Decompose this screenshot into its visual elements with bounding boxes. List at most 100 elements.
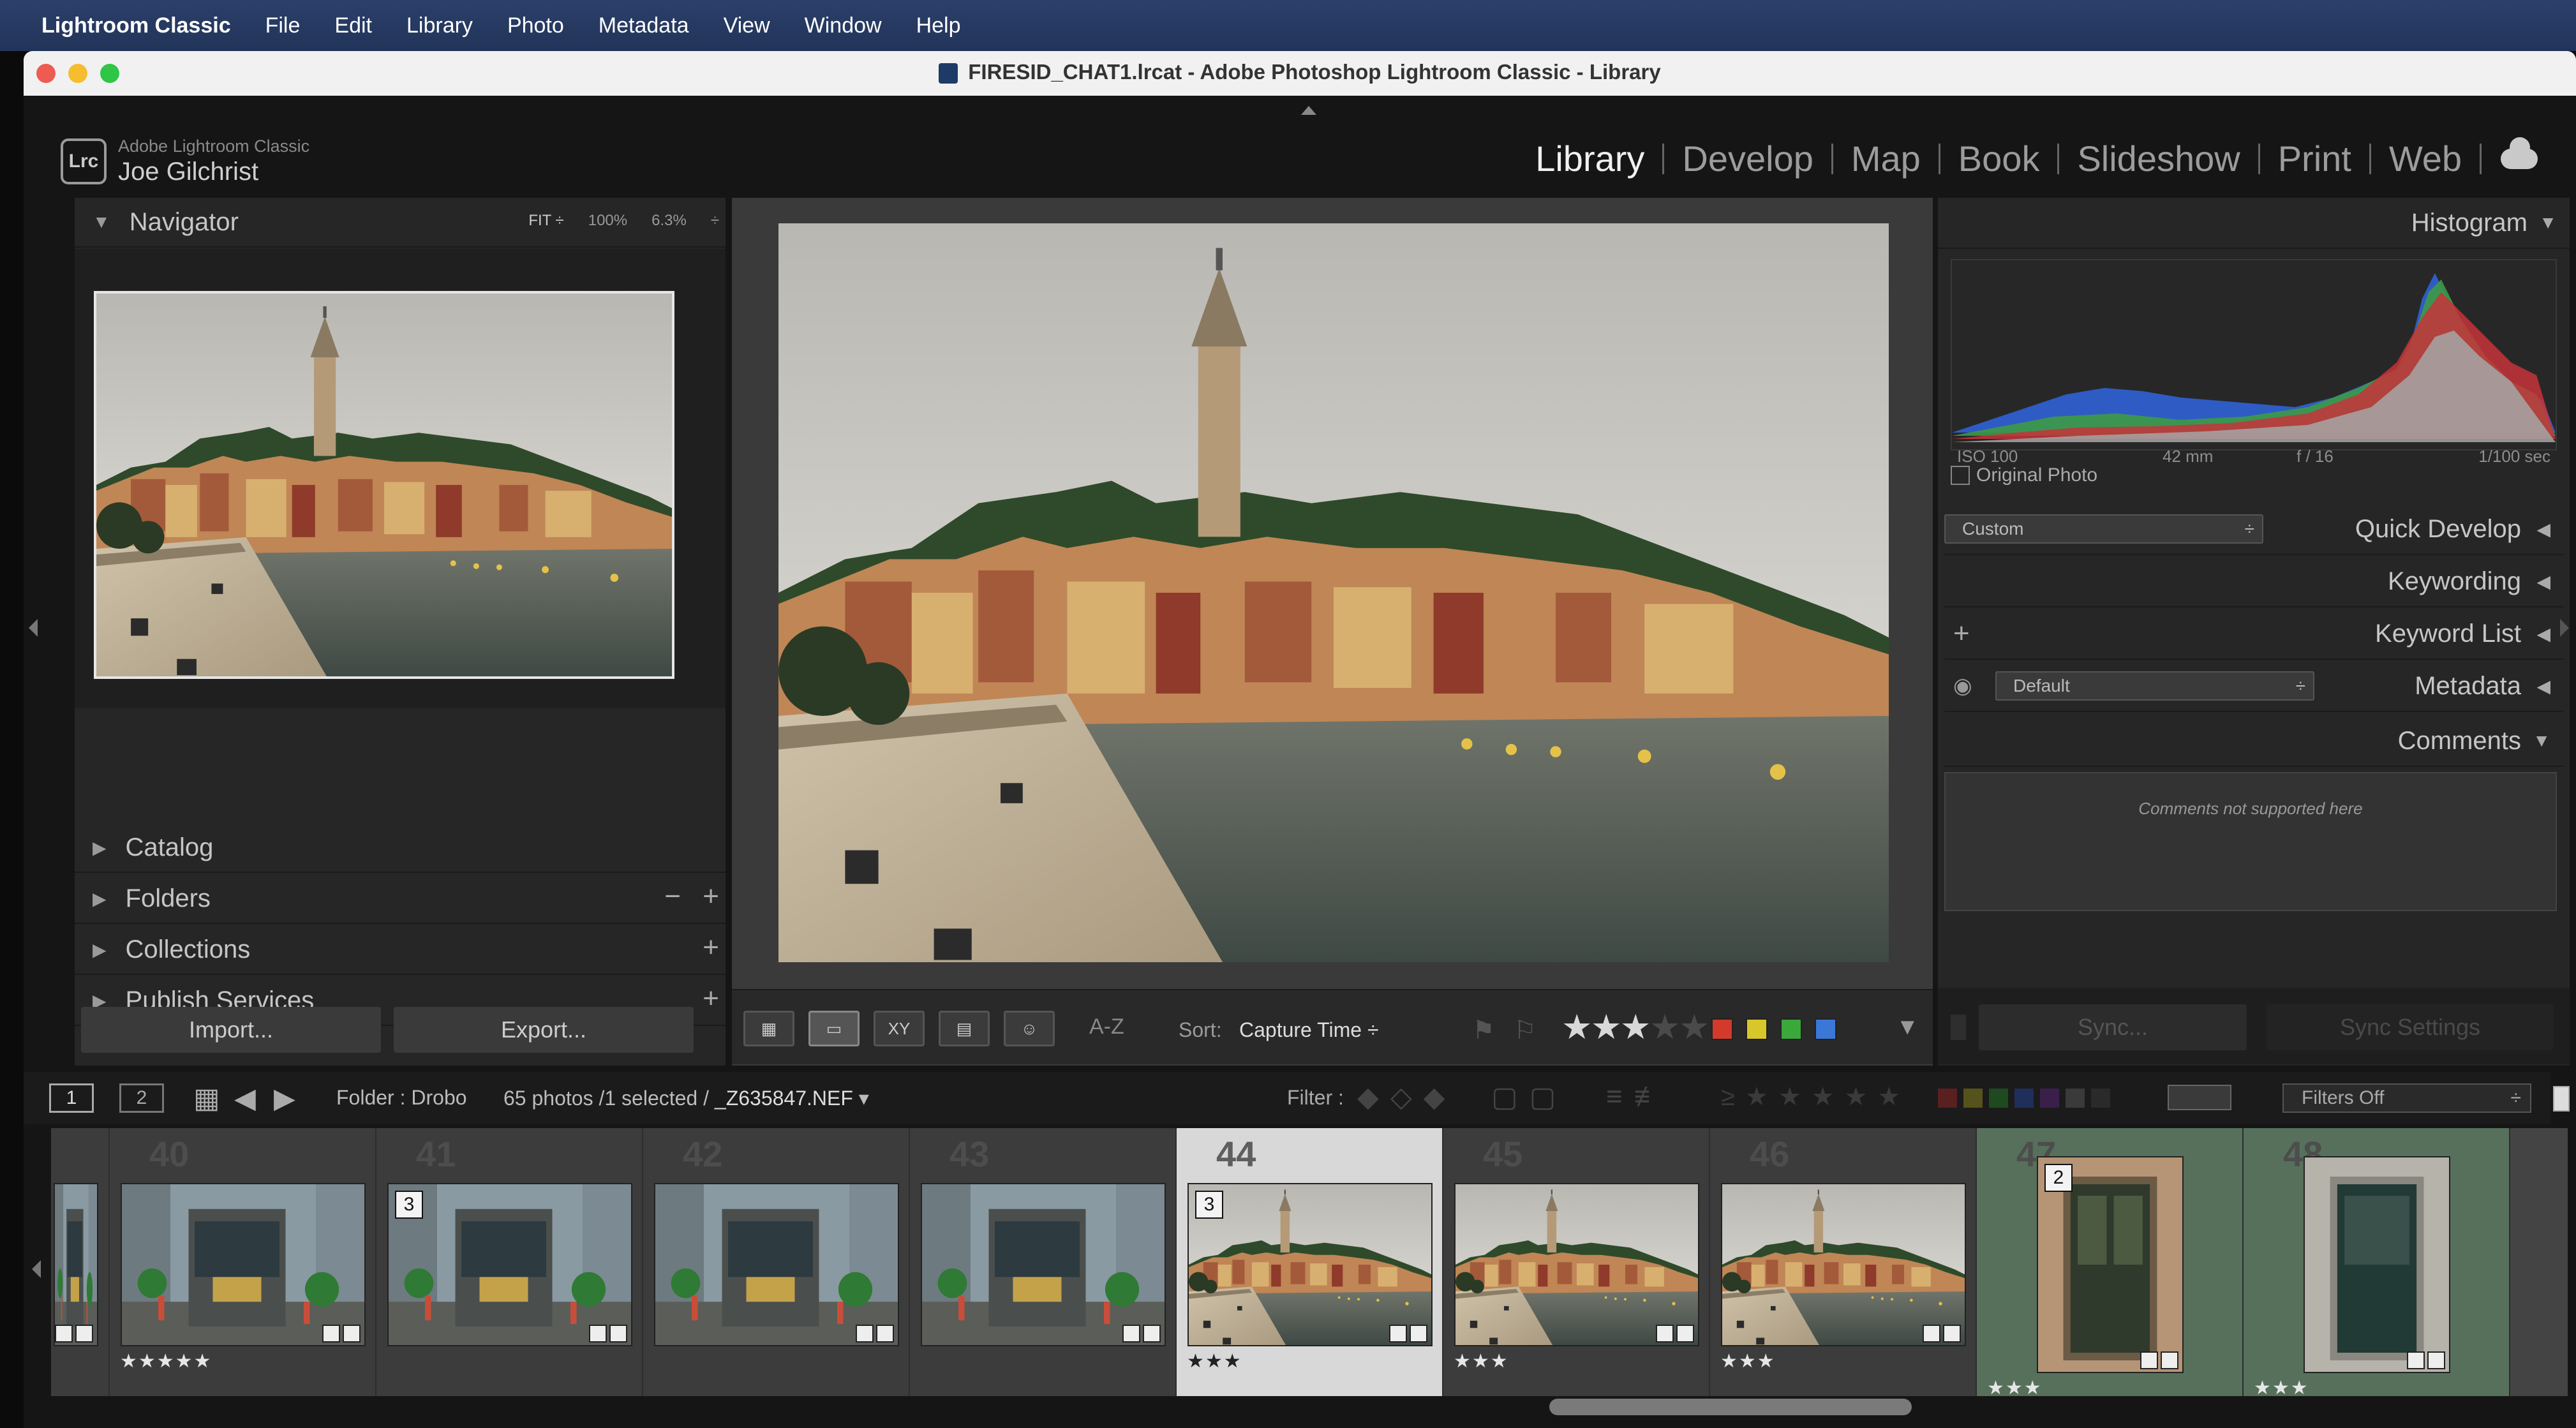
edit-badge-icon[interactable] [1676, 1325, 1694, 1342]
filter-lock-switch[interactable] [2553, 1086, 2570, 1112]
edit-badge-icon[interactable] [1923, 1325, 1940, 1342]
filmstrip-cell[interactable]: 46 ★★★ [1710, 1128, 1977, 1396]
filmstrip-thumbnail[interactable] [1721, 1183, 1966, 1346]
add-folder-button[interactable]: + [703, 881, 719, 912]
filmstrip-thumbnail[interactable] [654, 1183, 899, 1346]
edit-badge-icon[interactable] [1122, 1325, 1140, 1342]
edit-badge-icon[interactable] [2407, 1351, 2425, 1369]
filmstrip-cell[interactable] [51, 1128, 110, 1396]
filmstrip-cell[interactable]: 42 [643, 1128, 910, 1396]
filmstrip-cell[interactable]: 47 2 ★★★ [1977, 1128, 2244, 1396]
expand-triangle-icon[interactable]: ◀ [2536, 676, 2550, 697]
main-screen-button[interactable]: 1 [49, 1083, 94, 1113]
secondary-screen-button[interactable]: 2 [119, 1083, 164, 1113]
reject-flag-icon[interactable]: ⚐ [1514, 1016, 1537, 1045]
stack-count-badge[interactable]: 3 [395, 1191, 423, 1219]
edit-badge-icon[interactable] [1410, 1325, 1427, 1342]
color-label-swatch[interactable] [1780, 1018, 1802, 1040]
edit-badge-icon[interactable] [343, 1325, 361, 1342]
expand-triangle-icon[interactable]: ▶ [93, 939, 107, 960]
sort-dropdown[interactable]: Capture Time ÷ [1239, 1018, 1379, 1042]
selected-filename[interactable]: _Z635847.NEF [715, 1087, 853, 1110]
edit-badge-icon[interactable] [2161, 1351, 2178, 1369]
add-keyword-button[interactable]: + [1953, 618, 1970, 650]
filmstrip-cell[interactable]: 40 ★★★★★ [110, 1128, 376, 1396]
import-button[interactable]: Import... [81, 1007, 381, 1053]
menu-help[interactable]: Help [916, 13, 961, 38]
histogram-header[interactable]: Histogram ▼ [1938, 198, 2570, 249]
color-label-swatch[interactable] [1746, 1018, 1768, 1040]
filmstrip-cell[interactable]: 43 [910, 1128, 1177, 1396]
metadata-preset-dropdown[interactable]: Default ÷ [1995, 671, 2314, 701]
collapse-triangle-icon[interactable]: ▼ [2539, 212, 2557, 233]
loupe-view-icon[interactable]: ▭ [808, 1011, 860, 1046]
flag-icon[interactable]: ⚑ [1472, 1016, 1495, 1045]
expand-triangle-icon[interactable]: ▶ [93, 837, 107, 858]
zoom-custom-stepper[interactable]: ÷ [711, 212, 719, 230]
left-panel-toggle-icon[interactable] [29, 619, 38, 637]
keyword-list-header[interactable]: + Keyword List ◀ [1944, 609, 2563, 660]
edit-badge-icon[interactable] [589, 1325, 607, 1342]
toolbar-menu-chevron-icon[interactable]: ▼ [1896, 1013, 1919, 1040]
menu-edit[interactable]: Edit [334, 13, 372, 38]
eye-icon[interactable]: ◉ [1953, 673, 1972, 699]
rating-star[interactable]: ★ [1561, 1007, 1592, 1047]
blue-filter-swatch[interactable] [2014, 1089, 2034, 1108]
rating-filter-stars[interactable]: ≥★★★★★ [1721, 1082, 1910, 1112]
export-button[interactable]: Export... [394, 1007, 694, 1053]
back-arrow-icon[interactable]: ◀ [234, 1082, 256, 1115]
original-photo-checkbox[interactable] [1951, 466, 1970, 485]
zoom-custom-option[interactable]: 6.3% [651, 212, 687, 230]
filmstrip-cell[interactable]: 48 ★★★ [2244, 1128, 2510, 1396]
menu-view[interactable]: View [724, 13, 770, 38]
edit-badge-icon[interactable] [1656, 1325, 1674, 1342]
stack-count-badge[interactable]: 3 [1195, 1191, 1223, 1219]
top-panel-toggle-icon[interactable] [1301, 106, 1316, 115]
collapse-triangle-icon[interactable]: ▼ [2533, 731, 2550, 751]
filmstrip-thumbnail[interactable] [121, 1183, 366, 1346]
main-photo[interactable] [778, 223, 1889, 962]
menu-metadata[interactable]: Metadata [599, 13, 689, 38]
zoom-100-option[interactable]: 100% [588, 212, 627, 230]
module-slideshow[interactable]: Slideshow [2059, 138, 2258, 179]
forward-arrow-icon[interactable]: ▶ [274, 1082, 295, 1115]
filmstrip-cell[interactable]: 45 ★★★ [1443, 1128, 1710, 1396]
edit-badge-icon[interactable] [2140, 1351, 2158, 1369]
people-view-icon[interactable]: ☺ [1004, 1011, 1055, 1046]
navigator-header[interactable]: ▼ Navigator FIT ÷ 100% 6.3% ÷ [75, 198, 726, 248]
filmstrip-thumbnail[interactable]: 3 [1187, 1183, 1433, 1346]
navigator-preview[interactable] [94, 291, 674, 679]
other-filter-swatch[interactable] [2091, 1089, 2110, 1108]
original-photo-toggle[interactable]: Original Photo [1951, 465, 2097, 486]
module-map[interactable]: Map [1833, 138, 1939, 179]
expand-triangle-icon[interactable]: ◀ [2536, 571, 2550, 592]
collections-header[interactable]: ▶ Collections + [75, 925, 726, 975]
edit-badge-icon[interactable] [75, 1325, 93, 1342]
rating-star[interactable]: ★ [1620, 1007, 1651, 1047]
filmstrip-thumbnail[interactable]: 2 [2037, 1156, 2184, 1373]
rating-star[interactable]: ★ [1679, 1007, 1709, 1047]
lock-filter-icon[interactable] [2168, 1085, 2231, 1110]
add-collection-button[interactable]: + [703, 932, 719, 963]
add-publish-service-button[interactable]: + [703, 983, 719, 1015]
stack-count-badge[interactable]: 2 [2044, 1164, 2073, 1192]
edit-badge-icon[interactable] [609, 1325, 627, 1342]
menu-library[interactable]: Library [406, 13, 473, 38]
filmstrip-thumbnail[interactable] [1454, 1183, 1699, 1346]
module-web[interactable]: Web [2371, 138, 2480, 179]
source-indicator[interactable]: Folder : Drobo [336, 1086, 467, 1110]
copy-status-filter-icons[interactable]: ▢▢ [1491, 1081, 1567, 1113]
comments-header[interactable]: Comments ▼ [1944, 716, 2563, 767]
expand-triangle-icon[interactable]: ◀ [2536, 623, 2550, 644]
filmstrip-thumbnail[interactable] [921, 1183, 1166, 1346]
compare-view-icon[interactable]: XY [874, 1011, 925, 1046]
edit-badge-icon[interactable] [1389, 1325, 1407, 1342]
sync-button[interactable]: Sync... [1979, 1004, 2247, 1050]
edit-badge-icon[interactable] [1943, 1325, 1961, 1342]
color-label-swatch[interactable] [1711, 1018, 1733, 1040]
sync-settings-button[interactable]: Sync Settings [2267, 1004, 2554, 1050]
filmstrip-scrollbar[interactable] [1549, 1399, 1912, 1415]
quick-develop-header[interactable]: Custom ÷ Quick Develop ◀ [1944, 504, 2563, 555]
sort-direction-icon[interactable]: A-Z [1089, 1015, 1124, 1039]
right-panel-toggle-icon[interactable] [2560, 619, 2569, 637]
